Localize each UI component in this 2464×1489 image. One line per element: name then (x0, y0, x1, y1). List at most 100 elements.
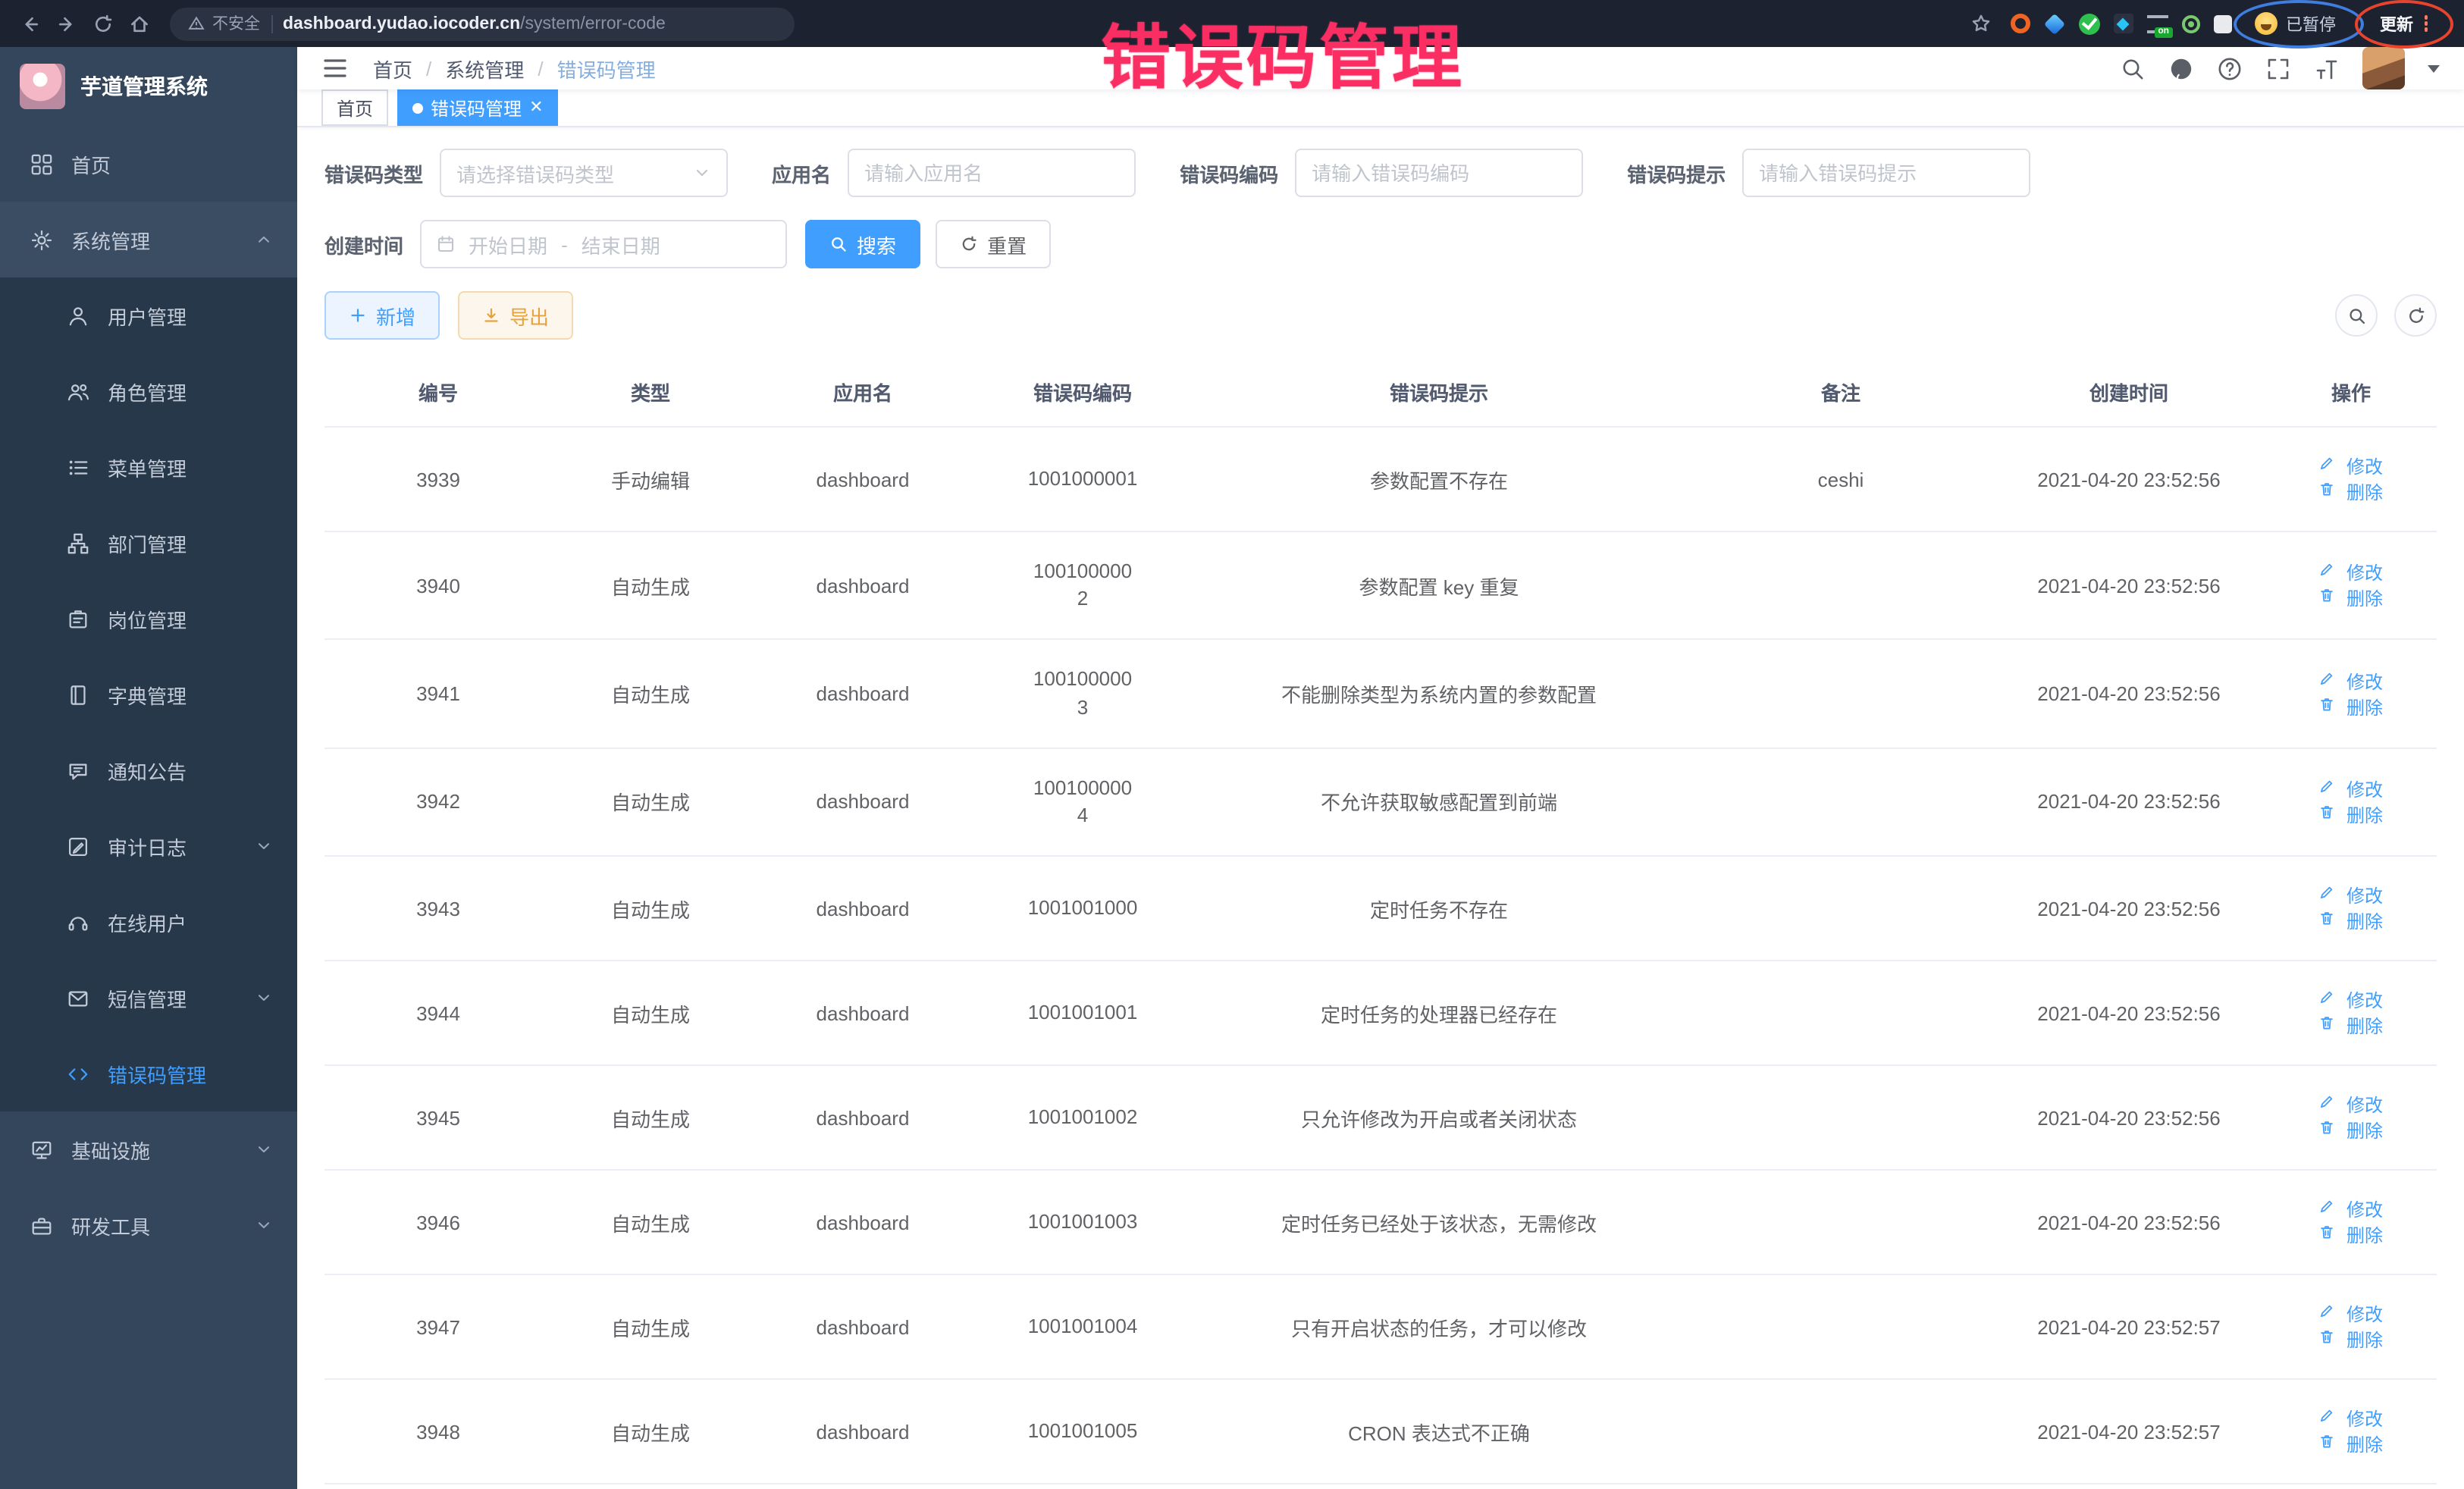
sidebar-item-角色管理[interactable]: 角色管理 (0, 353, 297, 429)
extension-icon[interactable] (2213, 14, 2231, 33)
edit-link[interactable]: 修改 (2319, 1406, 2383, 1431)
delete-link[interactable]: 删除 (2319, 1013, 2383, 1039)
cell-remark: ceshi (1689, 427, 1992, 531)
cell-id: 3940 (324, 531, 552, 640)
reset-button[interactable]: 重置 (936, 220, 1051, 268)
delete-link[interactable]: 删除 (2319, 694, 2383, 719)
column-header-错误码提示: 错误码提示 (1189, 358, 1689, 427)
delete-link[interactable]: 删除 (2319, 908, 2383, 934)
extension-icon[interactable]: on (2146, 14, 2168, 33)
sidebar-item-在线用户[interactable]: 在线用户 (0, 884, 297, 960)
collapse-sidebar-icon[interactable] (321, 55, 349, 82)
cell-actions: 修改删除 (2265, 531, 2437, 640)
search-icon[interactable] (2120, 55, 2146, 81)
close-icon[interactable]: ✕ (529, 99, 543, 116)
extension-icon[interactable] (2078, 13, 2099, 34)
extension-icon[interactable] (2181, 14, 2199, 33)
edit-link[interactable]: 修改 (2319, 560, 2383, 585)
search-button[interactable]: 搜索 (805, 220, 920, 268)
error-type-select[interactable]: 请选择错误码类型 (440, 149, 728, 197)
edit-link[interactable]: 修改 (2319, 776, 2383, 802)
breadcrumb-home[interactable]: 首页 (373, 54, 412, 83)
delete-icon (2319, 1224, 2342, 1246)
sidebar-item-用户管理[interactable]: 用户管理 (0, 277, 297, 353)
edit-link[interactable]: 修改 (2319, 453, 2383, 479)
sidebar-item-首页[interactable]: 首页 (0, 126, 297, 202)
cell-remark (1689, 531, 1992, 640)
delete-link[interactable]: 删除 (2319, 1118, 2383, 1143)
cell-message: 参数配置不存在 (1189, 427, 1689, 531)
sidebar-item-系统管理[interactable]: 系统管理 (0, 202, 297, 277)
profile-status-label: 已暂停 (2286, 11, 2336, 36)
edit-link[interactable]: 修改 (2319, 882, 2383, 908)
app-logo-row[interactable]: 芋道管理系统 (0, 47, 297, 126)
browser-menu-icon[interactable] (2424, 16, 2428, 32)
browser-update-button[interactable]: 更新 (2365, 7, 2443, 40)
chevron-down-icon[interactable] (2428, 64, 2440, 72)
delete-link[interactable]: 删除 (2319, 1327, 2383, 1353)
browser-profile-chip[interactable]: 已暂停 (2245, 8, 2351, 39)
edit-link[interactable]: 修改 (2319, 1301, 2383, 1327)
sidebar-item-审计日志[interactable]: 审计日志 (0, 808, 297, 884)
table-header-row: 编号类型应用名错误码编码错误码提示备注创建时间操作 (324, 358, 2437, 427)
extension-icon[interactable] (2010, 14, 2030, 33)
breadcrumb-system[interactable]: 系统管理 (445, 54, 524, 83)
tab-首页[interactable]: 首页 (321, 89, 388, 126)
cell-date: 2021-04-20 23:52:56 (1992, 640, 2265, 748)
cell-remark (1689, 856, 1992, 961)
delete-link[interactable]: 删除 (2319, 1222, 2383, 1248)
font-size-icon[interactable] (2314, 55, 2340, 81)
browser-back-icon[interactable] (15, 8, 45, 39)
app-logo (20, 64, 65, 109)
user-icon (67, 304, 89, 327)
delete-link[interactable]: 删除 (2319, 479, 2383, 505)
sidebar-item-错误码管理[interactable]: 错误码管理 (0, 1036, 297, 1111)
date-range-picker[interactable]: 开始日期 - 结束日期 (420, 220, 787, 268)
extension-icon[interactable] (2113, 14, 2133, 33)
cell-type: 自动生成 (552, 1274, 749, 1379)
sidebar-item-短信管理[interactable]: 短信管理 (0, 960, 297, 1036)
refresh-table-button[interactable] (2394, 294, 2437, 337)
extension-icon[interactable] (2043, 13, 2064, 34)
address-bar[interactable]: 不安全 dashboard.yudao.iocoder.cn/system/er… (170, 7, 795, 40)
error-hint-input[interactable] (1742, 149, 2030, 197)
edit-link[interactable]: 修改 (2319, 987, 2383, 1013)
table-row: 3939手动编辑dashboard1001000001参数配置不存在ceshi2… (324, 427, 2437, 531)
toggle-search-button[interactable] (2335, 294, 2378, 337)
cell-message: 不允许获取敏感配置到前端 (1189, 748, 1689, 857)
sidebar-item-岗位管理[interactable]: 岗位管理 (0, 581, 297, 657)
cell-remark (1689, 1274, 1992, 1379)
bookmark-star-icon[interactable] (1966, 8, 1996, 39)
sidebar-item-研发工具[interactable]: 研发工具 (0, 1187, 297, 1263)
cell-type: 自动生成 (552, 1170, 749, 1274)
screen: 不安全 dashboard.yudao.iocoder.cn/system/er… (0, 0, 2464, 1489)
cell-app: dashboard (749, 531, 977, 640)
sidebar-item-字典管理[interactable]: 字典管理 (0, 657, 297, 732)
fullscreen-icon[interactable] (2265, 55, 2291, 81)
browser-reload-icon[interactable] (88, 8, 118, 39)
tab-错误码管理[interactable]: 错误码管理✕ (397, 89, 558, 126)
browser-forward-icon[interactable] (52, 8, 82, 39)
add-button[interactable]: 新增 (324, 291, 440, 340)
edit-link[interactable]: 修改 (2319, 668, 2383, 694)
sidebar-item-通知公告[interactable]: 通知公告 (0, 732, 297, 808)
delete-link[interactable]: 删除 (2319, 1431, 2383, 1457)
sidebar-item-菜单管理[interactable]: 菜单管理 (0, 429, 297, 505)
github-icon[interactable] (2168, 55, 2194, 81)
edit-link[interactable]: 修改 (2319, 1196, 2383, 1222)
sidebar-item-基础设施[interactable]: 基础设施 (0, 1111, 297, 1187)
edit-icon (2319, 561, 2342, 584)
export-button[interactable]: 导出 (458, 291, 573, 340)
cell-code: 1001001003 (977, 1170, 1189, 1274)
sidebar-item-部门管理[interactable]: 部门管理 (0, 505, 297, 581)
security-warning[interactable]: 不安全 (188, 12, 260, 35)
app-name-input[interactable] (848, 149, 1136, 197)
error-code-input[interactable] (1295, 149, 1583, 197)
edit-link[interactable]: 修改 (2319, 1092, 2383, 1118)
cell-id: 3939 (324, 427, 552, 531)
browser-home-icon[interactable] (124, 8, 155, 39)
help-icon[interactable] (2217, 55, 2243, 81)
delete-link[interactable]: 删除 (2319, 585, 2383, 611)
delete-link[interactable]: 删除 (2319, 802, 2383, 828)
user-avatar[interactable] (2362, 47, 2405, 89)
